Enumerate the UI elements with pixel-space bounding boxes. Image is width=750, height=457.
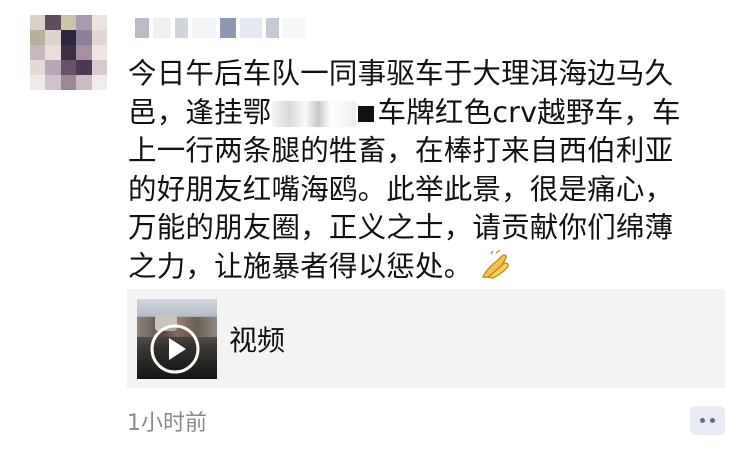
- post-text-line: 上一行两条腿的牲畜，在棒打来自西伯利亚: [128, 134, 674, 167]
- redacted-plate-bar: [271, 100, 356, 127]
- video-label[interactable]: 视频: [229, 319, 285, 359]
- post-text-line: 今日午后车队一同事驱车于大理洱海边马久: [128, 57, 674, 90]
- redacted-plate-square: [357, 105, 374, 122]
- comment-button[interactable]: [690, 406, 725, 435]
- nickname-redacted[interactable]: [135, 13, 306, 43]
- post-text-line: 之力，让施暴者得以惩处。: [128, 248, 728, 287]
- comment-dot: [710, 418, 715, 423]
- folded-hands-icon: [480, 249, 512, 280]
- post-text-line: 邑，逢挂鄂 车牌红色crv越野车，车: [128, 94, 728, 133]
- timestamp: 1小时前: [127, 411, 207, 436]
- post-text-segment: 车牌红色crv越野车，车: [377, 95, 681, 129]
- post-text-line: 的好朋友红嘴海鸥。此举此景，很是痛心，: [128, 172, 674, 206]
- video-thumbnail[interactable]: [137, 298, 217, 379]
- comment-dot: [700, 418, 705, 423]
- post-text-segment: 邑，逢挂鄂: [128, 95, 272, 129]
- video-card[interactable]: 视频: [127, 289, 725, 388]
- avatar[interactable]: [30, 15, 107, 90]
- play-icon[interactable]: [149, 323, 201, 375]
- post-text-line: 万能的朋友圈，正义之士，请贡献你们绵薄: [128, 211, 674, 244]
- post-text: 今日午后车队一同事驱车于大理洱海边马久 邑，逢挂鄂 车牌红色crv越野车，车 上一…: [128, 55, 728, 286]
- post-text-segment: 之力，让施暴者得以惩处。: [128, 249, 473, 283]
